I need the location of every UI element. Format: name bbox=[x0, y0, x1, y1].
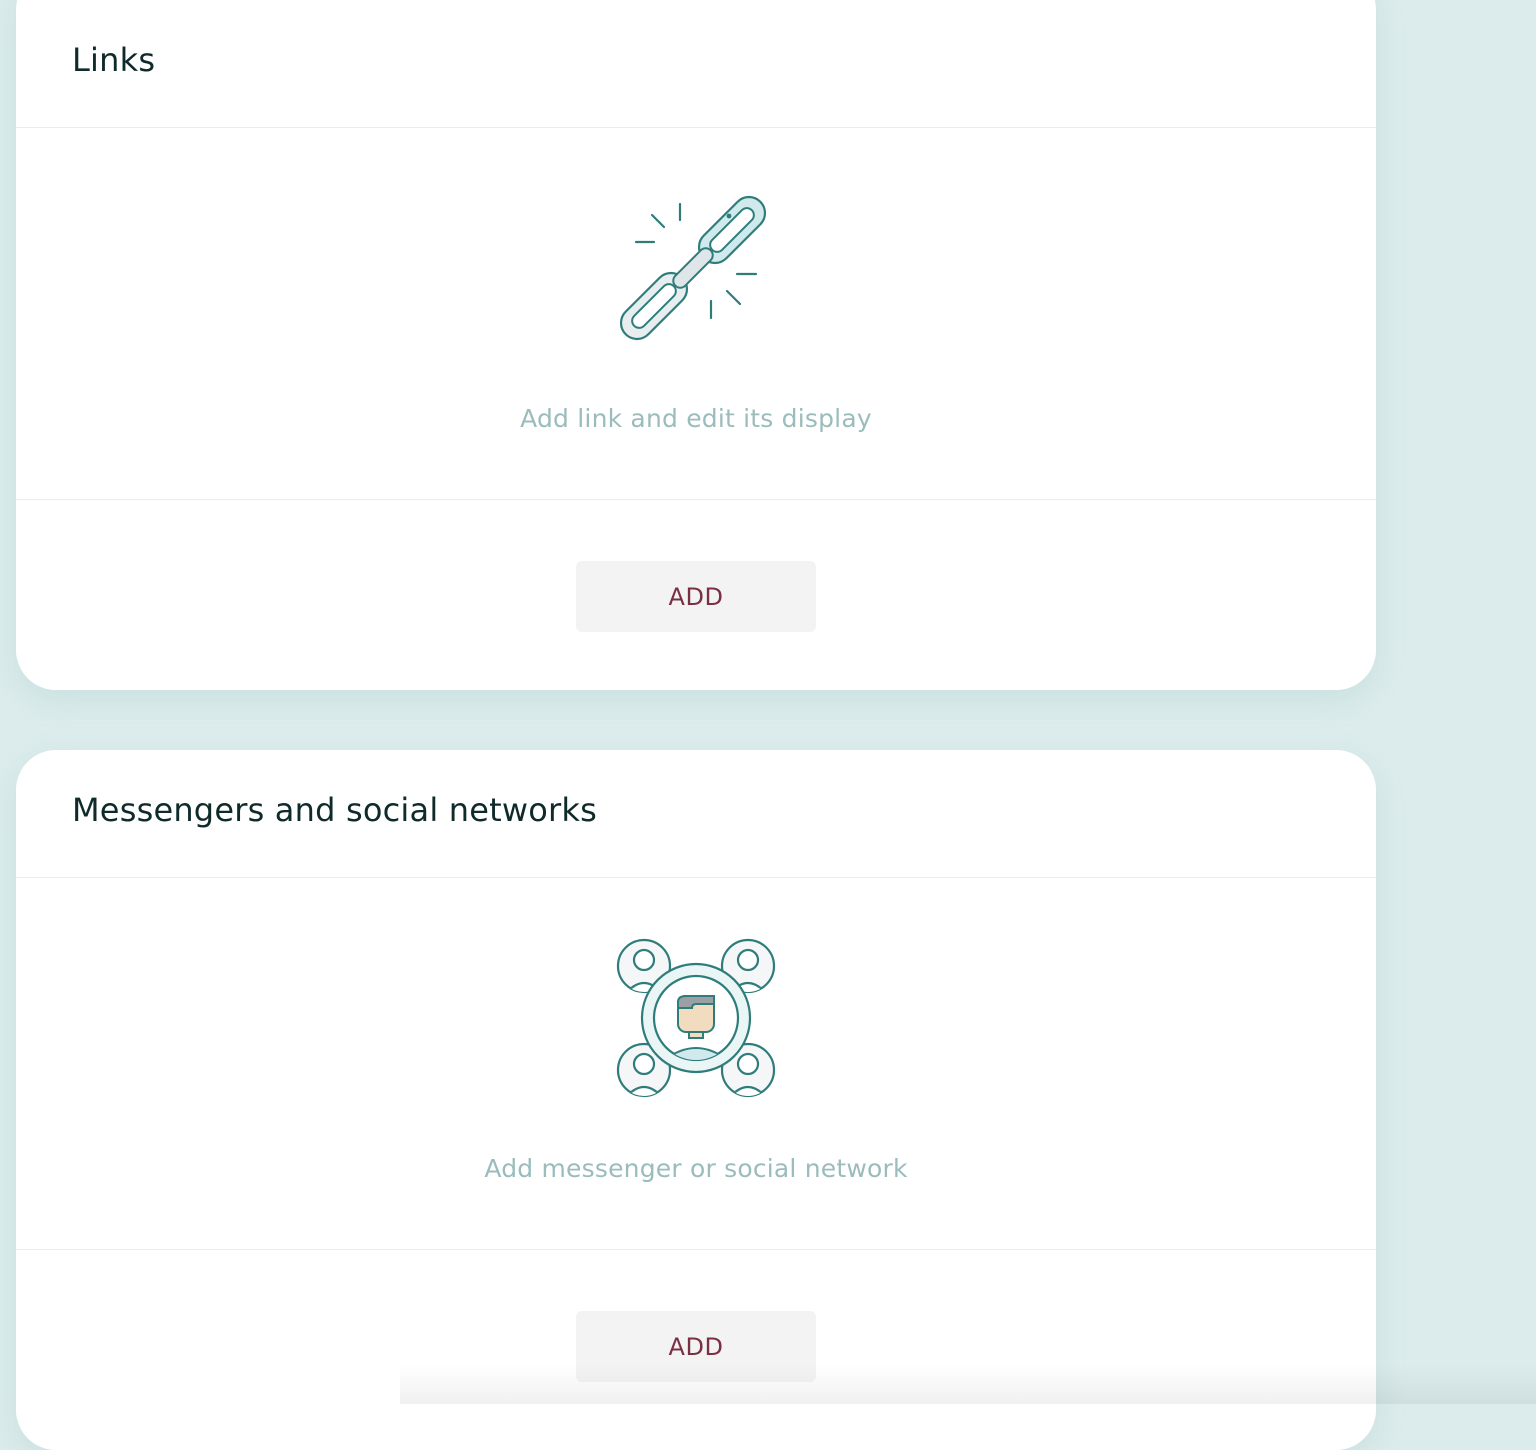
social-card: Messengers and social networks Add messe… bbox=[16, 750, 1376, 1450]
links-card-body: Add link and edit its display bbox=[16, 128, 1376, 500]
links-card-header: Links bbox=[16, 0, 1376, 128]
social-card-body: Add messenger or social network bbox=[16, 878, 1376, 1250]
links-hint-text: Add link and edit its display bbox=[520, 404, 872, 433]
social-section-title: Messengers and social networks bbox=[72, 791, 598, 829]
add-link-button[interactable]: ADD bbox=[576, 561, 816, 632]
links-card-footer: ADD bbox=[16, 500, 1376, 690]
broken-chain-icon bbox=[619, 195, 767, 341]
social-hint-text: Add messenger or social network bbox=[484, 1154, 908, 1183]
social-card-footer: ADD bbox=[16, 1250, 1376, 1440]
links-section-title: Links bbox=[72, 41, 156, 79]
add-social-button[interactable]: ADD bbox=[576, 1311, 816, 1382]
social-card-header: Messengers and social networks bbox=[16, 750, 1376, 878]
social-network-people-icon bbox=[616, 938, 776, 1098]
links-card: Links Add link and edit its display ADD bbox=[16, 0, 1376, 690]
